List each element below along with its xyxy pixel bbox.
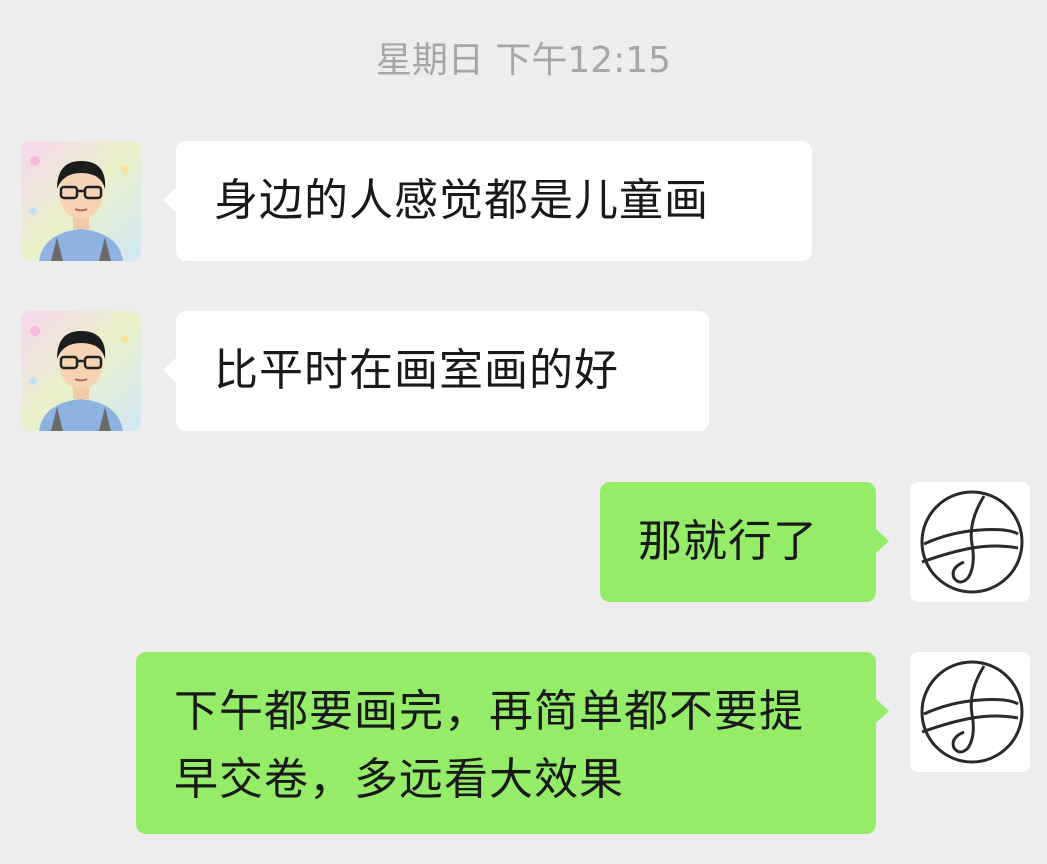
avatar-boy[interactable] xyxy=(21,141,141,261)
avatar-self[interactable] xyxy=(910,482,1030,602)
message-text: 比平时在画室画的好 xyxy=(214,345,619,396)
boy-avatar-icon xyxy=(21,311,141,431)
bubble-tail xyxy=(163,357,177,383)
avatar-boy[interactable] xyxy=(21,311,141,431)
chat-timestamp: 星期日 下午12:15 xyxy=(375,40,672,81)
bubble-tail xyxy=(163,187,177,213)
message-bubble-incoming[interactable]: 身边的人感觉都是儿童画 xyxy=(163,141,812,261)
signature-circle-icon xyxy=(910,482,1030,602)
message-bubble-outgoing[interactable]: 下午都要画完，再简单都不要提早交卷，多远看大效果 xyxy=(136,652,889,834)
signature-circle-icon xyxy=(910,652,1030,772)
message-bubble-outgoing[interactable]: 那就行了 xyxy=(600,482,889,602)
bubble-tail xyxy=(875,698,889,724)
message-bubble-incoming[interactable]: 比平时在画室画的好 xyxy=(163,311,709,431)
avatar-self[interactable] xyxy=(910,652,1030,772)
message-text: 下午都要画完，再简单都不要提早交卷，多远看大效果 xyxy=(174,686,804,805)
bubble-tail xyxy=(875,528,889,554)
message-text: 身边的人感觉都是儿童画 xyxy=(214,175,709,226)
message-text: 那就行了 xyxy=(638,516,818,567)
boy-avatar-icon xyxy=(21,141,141,261)
